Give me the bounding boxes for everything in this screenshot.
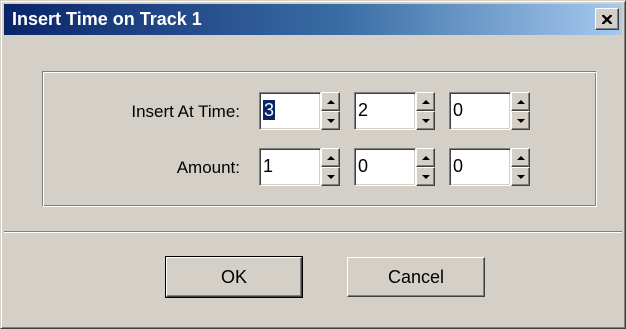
insert-time-field-1[interactable]: 3 bbox=[259, 92, 321, 130]
amount-field-3[interactable]: 0 bbox=[449, 148, 511, 186]
insert-time-value-1: 3 bbox=[263, 100, 276, 120]
arrow-up-icon bbox=[516, 99, 525, 104]
amount-label: Amount: bbox=[176, 158, 240, 177]
decrement-button[interactable] bbox=[321, 111, 340, 130]
amount-field-2[interactable]: 0 bbox=[354, 148, 416, 186]
decrement-button[interactable] bbox=[416, 167, 435, 186]
separator bbox=[4, 231, 622, 233]
window-title: Insert Time on Track 1 bbox=[12, 9, 202, 29]
arrow-down-icon bbox=[516, 174, 525, 179]
increment-button[interactable] bbox=[511, 148, 530, 167]
arrow-down-icon bbox=[421, 174, 430, 179]
insert-time-field-3[interactable]: 0 bbox=[449, 92, 511, 130]
insert-at-time-label: Insert At Time: bbox=[131, 102, 240, 121]
increment-button[interactable] bbox=[321, 92, 340, 111]
insert-time-dialog: Insert Time on Track 1 Insert At Time: 3… bbox=[0, 0, 626, 329]
arrow-up-icon bbox=[421, 99, 430, 104]
decrement-button[interactable] bbox=[416, 111, 435, 130]
insert-time-field-2[interactable]: 2 bbox=[354, 92, 416, 130]
arrow-down-icon bbox=[326, 118, 335, 123]
arrow-down-icon bbox=[421, 118, 430, 123]
arrow-up-icon bbox=[516, 155, 525, 160]
close-icon bbox=[602, 14, 612, 24]
decrement-button[interactable] bbox=[511, 167, 530, 186]
increment-button[interactable] bbox=[511, 92, 530, 111]
amount-field-1[interactable]: 1 bbox=[259, 148, 321, 186]
increment-button[interactable] bbox=[321, 148, 340, 167]
decrement-button[interactable] bbox=[511, 111, 530, 130]
increment-button[interactable] bbox=[416, 92, 435, 111]
decrement-button[interactable] bbox=[321, 167, 340, 186]
close-button[interactable] bbox=[595, 8, 619, 30]
arrow-up-icon bbox=[421, 155, 430, 160]
title-bar[interactable]: Insert Time on Track 1 bbox=[4, 4, 622, 35]
arrow-down-icon bbox=[516, 118, 525, 123]
cancel-button[interactable]: Cancel bbox=[347, 257, 485, 297]
arrow-up-icon bbox=[326, 99, 335, 104]
arrow-up-icon bbox=[326, 155, 335, 160]
ok-button[interactable]: OK bbox=[165, 256, 303, 298]
increment-button[interactable] bbox=[416, 148, 435, 167]
arrow-down-icon bbox=[326, 174, 335, 179]
